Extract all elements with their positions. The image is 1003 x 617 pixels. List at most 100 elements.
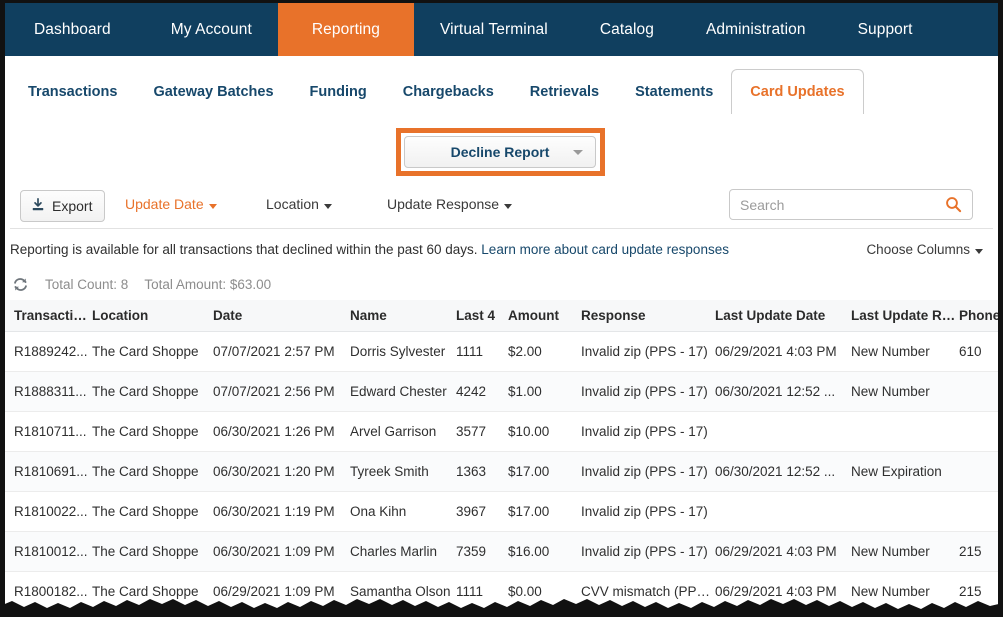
learn-more-link[interactable]: Learn more about card update responses xyxy=(481,242,729,257)
filter-update-response-label: Update Response xyxy=(387,196,500,212)
column-header-last4[interactable]: Last 4 xyxy=(456,300,508,332)
tab-transactions[interactable]: Transactions xyxy=(10,70,135,114)
tab-chargebacks[interactable]: Chargebacks xyxy=(385,70,512,114)
choose-columns-button[interactable]: Choose Columns xyxy=(866,242,983,257)
cell-last-update-date: 06/29/2021 4:03 PM xyxy=(715,571,851,612)
cell-transaction[interactable]: R1810012... xyxy=(5,531,92,572)
filter-location[interactable]: Location xyxy=(266,196,332,212)
column-header-phone[interactable]: Phone xyxy=(959,300,998,332)
cell-name: Tyreek Smith xyxy=(350,451,456,492)
column-header-name[interactable]: Name xyxy=(350,300,456,332)
cell-last-update-date: 06/30/2021 12:52 ... xyxy=(715,371,851,412)
cell-last-update-response: New Number xyxy=(851,371,959,412)
nav-item-virtual-terminal[interactable]: Virtual Terminal xyxy=(414,3,574,56)
report-type-dropdown[interactable]: Decline Report xyxy=(404,136,596,168)
cell-last4[interactable]: 4242 xyxy=(456,371,508,412)
cell-last4[interactable]: 1111 xyxy=(456,331,508,372)
cell-transaction[interactable]: R1810711... xyxy=(5,411,92,452)
cell-date: 06/30/2021 1:19 PM xyxy=(213,491,350,532)
cell-phone xyxy=(959,451,998,492)
cell-last4[interactable]: 1363 xyxy=(456,451,508,492)
cell-name: Edward Chester xyxy=(350,371,456,412)
cell-phone xyxy=(959,411,998,452)
cell-amount: $16.00 xyxy=(508,531,581,572)
filter-location-label: Location xyxy=(266,196,319,212)
filter-update-response[interactable]: Update Response xyxy=(387,196,513,212)
column-header-date[interactable]: Date xyxy=(213,300,350,332)
cell-last-update-response: New Expiration xyxy=(851,451,959,492)
cell-last-update-response xyxy=(851,411,959,452)
nav-item-reporting[interactable]: Reporting xyxy=(277,3,414,56)
cell-transaction[interactable]: R1810022... xyxy=(5,491,92,532)
search-input[interactable] xyxy=(740,196,945,213)
table-row[interactable]: R1889242... The Card Shoppe 07/07/2021 2… xyxy=(5,331,998,372)
cell-location: The Card Shoppe xyxy=(92,451,213,492)
total-count: Total Count: 8 xyxy=(45,276,129,292)
filter-update-date-label: Update Date xyxy=(125,196,204,212)
cell-last-update-response: New Number xyxy=(851,571,959,612)
cell-last-update-date: 06/29/2021 4:03 PM xyxy=(715,531,851,572)
cell-last4[interactable]: 7359 xyxy=(456,531,508,572)
cell-location: The Card Shoppe xyxy=(92,411,213,452)
cell-transaction[interactable]: R1810691... xyxy=(5,451,92,492)
cell-response: Invalid zip (PPS - 17) xyxy=(581,491,715,532)
tab-funding[interactable]: Funding xyxy=(292,70,385,114)
nav-item-administration[interactable]: Administration xyxy=(680,3,832,56)
cell-date: 06/30/2021 1:09 PM xyxy=(213,531,350,572)
search-box[interactable] xyxy=(729,189,973,220)
refresh-icon[interactable] xyxy=(12,276,29,293)
table-header: Transaction # Location Date Name Last 4 … xyxy=(5,300,998,332)
cell-last-update-response: New Number xyxy=(851,331,959,372)
table-row[interactable]: R1810691... The Card Shoppe 06/30/2021 1… xyxy=(5,451,998,492)
info-row: Reporting is available for all transacti… xyxy=(10,240,993,264)
download-icon xyxy=(31,197,45,215)
export-button-label: Export xyxy=(52,198,93,214)
cell-date: 07/07/2021 2:57 PM xyxy=(213,331,350,372)
cell-last-update-date: 06/29/2021 4:03 PM xyxy=(715,331,851,372)
chevron-down-icon xyxy=(975,249,983,254)
cell-name: Samantha Olson xyxy=(350,571,456,612)
cell-name: Arvel Garrison xyxy=(350,411,456,452)
table-row[interactable]: R1800182... The Card Shoppe 06/29/2021 1… xyxy=(5,571,998,612)
tab-gateway-batches[interactable]: Gateway Batches xyxy=(135,70,291,114)
nav-item-support[interactable]: Support xyxy=(832,3,939,56)
column-header-transaction[interactable]: Transaction # xyxy=(5,300,92,332)
cell-last-update-response xyxy=(851,491,959,532)
frame-left-border xyxy=(0,0,5,617)
column-header-last-update-response[interactable]: Last Update Res... xyxy=(851,300,959,332)
card-updates-table-container: Transaction # Location Date Name Last 4 … xyxy=(5,300,998,617)
table-row[interactable]: R1810012... The Card Shoppe 06/30/2021 1… xyxy=(5,531,998,572)
cell-transaction[interactable]: R1800182... xyxy=(5,571,92,612)
table-body: R1889242... The Card Shoppe 07/07/2021 2… xyxy=(5,331,998,612)
cell-amount: $17.00 xyxy=(508,491,581,532)
search-icon[interactable] xyxy=(945,196,962,213)
cell-phone: 215 xyxy=(959,571,998,612)
column-header-amount[interactable]: Amount xyxy=(508,300,581,332)
column-header-location[interactable]: Location xyxy=(92,300,213,332)
cell-transaction[interactable]: R1889242... xyxy=(5,331,92,372)
filter-update-date[interactable]: Update Date xyxy=(125,196,217,212)
table-toolbar: Export Update Date Location Update Respo… xyxy=(0,188,1003,228)
column-header-response[interactable]: Response xyxy=(581,300,715,332)
cell-name: Dorris Sylvester xyxy=(350,331,456,372)
table-row[interactable]: R1810711... The Card Shoppe 06/30/2021 1… xyxy=(5,411,998,452)
cell-phone xyxy=(959,491,998,532)
tab-card-updates[interactable]: Card Updates xyxy=(731,69,864,114)
cell-last4[interactable]: 3967 xyxy=(456,491,508,532)
nav-item-catalog[interactable]: Catalog xyxy=(574,3,680,56)
table-row[interactable]: R1888311... The Card Shoppe 07/07/2021 2… xyxy=(5,371,998,412)
cell-date: 06/29/2021 1:09 PM xyxy=(213,571,350,612)
table-row[interactable]: R1810022... The Card Shoppe 06/30/2021 1… xyxy=(5,491,998,532)
nav-item-my-account[interactable]: My Account xyxy=(145,3,278,56)
cell-last4[interactable]: 1111 xyxy=(456,571,508,612)
tab-retrievals[interactable]: Retrievals xyxy=(512,70,617,114)
column-header-last-update-date[interactable]: Last Update Date xyxy=(715,300,851,332)
cell-date: 07/07/2021 2:56 PM xyxy=(213,371,350,412)
availability-notice: Reporting is available for all transacti… xyxy=(10,242,729,257)
nav-item-dashboard[interactable]: Dashboard xyxy=(0,3,145,56)
export-button[interactable]: Export xyxy=(20,190,106,222)
cell-last4[interactable]: 3577 xyxy=(456,411,508,452)
cell-transaction[interactable]: R1888311... xyxy=(5,371,92,412)
tab-statements[interactable]: Statements xyxy=(617,70,731,114)
cell-date: 06/30/2021 1:20 PM xyxy=(213,451,350,492)
